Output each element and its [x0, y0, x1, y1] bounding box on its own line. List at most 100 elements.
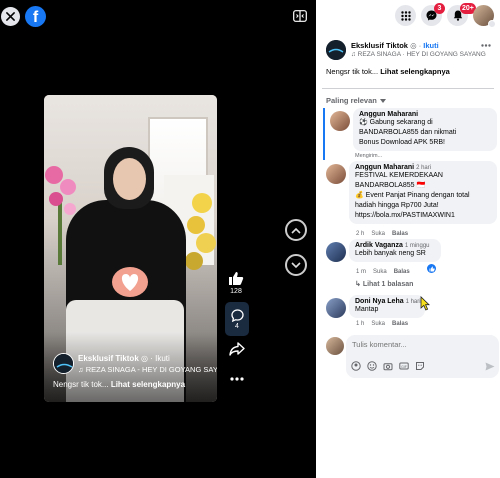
comment-actions: 1 m Suka Balas	[356, 269, 417, 275]
fullscreen-icon[interactable]	[293, 10, 307, 22]
send-icon[interactable]	[485, 362, 495, 371]
comment-composer: GIF	[346, 335, 499, 378]
comment-sort-label: Paling relevan	[326, 96, 377, 105]
post-more-icon[interactable]	[481, 44, 491, 47]
comment-line: ⚽ Gabung sekarang di	[359, 119, 433, 126]
heart-hands-sticker	[112, 267, 148, 297]
post-see-more-link[interactable]: Lihat selengkapnya	[380, 67, 450, 76]
view-replies-link[interactable]: ↳ Lihat 1 balasan	[355, 280, 413, 288]
post-author-name[interactable]: Eksklusif Tiktok	[351, 41, 408, 50]
comment-line: Bonus Download APK 5RB!	[359, 139, 445, 146]
close-button[interactable]	[1, 7, 20, 26]
photo-viewer: f Eksklusif Tiktok ◎ · Ikuti ♫ REZA SINA…	[0, 0, 500, 478]
view-replies-label: Lihat 1 balasan	[362, 281, 414, 288]
composer-tools: GIF	[351, 361, 425, 371]
messenger-badge: 3	[434, 3, 445, 14]
facebook-logo[interactable]: f	[25, 6, 46, 27]
video-music[interactable]: ♫ REZA SINAGA - HEY DI GOYANG SAYA	[78, 365, 217, 374]
reel-video[interactable]: Eksklusif Tiktok ◎ · Ikuti ♫ REZA SINAGA…	[44, 95, 217, 402]
comment-line: BANDARBOLA855 dan nikmati	[359, 129, 457, 136]
video-see-more-link[interactable]: Lihat selengkapnya	[111, 380, 185, 389]
like-reaction-badge[interactable]	[427, 264, 436, 273]
comment-like-link[interactable]: Suka	[371, 231, 385, 237]
comment-line: Lebih banyak neng SR	[355, 250, 426, 257]
post-music[interactable]: ♫ REZA SINAGA · HEY DI GOYANG SAYANG	[351, 51, 486, 58]
comment-timestamp[interactable]: 1 hari	[406, 299, 421, 305]
divider	[322, 88, 494, 89]
comment-line: 💰 Event Panjat Pinang dengan total	[355, 192, 470, 199]
like-count: 128	[230, 288, 242, 295]
previous-video-button[interactable]	[285, 219, 307, 241]
post-caption-text: Nengsr tik tok...	[326, 67, 379, 76]
post-author-line: Eksklusif Tiktok ◎ · Ikuti	[351, 41, 439, 50]
emoji-icon[interactable]	[367, 361, 377, 371]
video-author-avatar[interactable]	[53, 353, 74, 374]
commenter-name[interactable]: Anggun Maharani	[359, 111, 491, 118]
comment-bubble: Doni Nya Leha 1 hari Mantap	[349, 295, 425, 318]
person-face	[113, 158, 146, 200]
video-author-name[interactable]: Eksklusif Tiktok	[78, 354, 139, 363]
commenter-name[interactable]: Anggun Maharani	[355, 164, 414, 171]
commenter-avatar[interactable]	[326, 164, 346, 184]
comment-age[interactable]: 2 h	[356, 231, 364, 237]
comment-line[interactable]: https://bola.mx/PASTIMAXWIN1	[355, 211, 491, 221]
commenter-avatar[interactable]	[326, 242, 346, 262]
video-caption: Nengsr tik tok... Lihat selengkapnya	[53, 380, 185, 389]
share-icon[interactable]	[229, 342, 245, 356]
post-caption: Nengsr tik tok... Lihat selengkapnya	[326, 67, 450, 76]
comment-like-link[interactable]: Suka	[373, 269, 387, 275]
comment-text: Mantap	[355, 305, 419, 315]
more-options-icon[interactable]	[230, 377, 244, 381]
menu-button[interactable]	[395, 5, 416, 26]
comment-button[interactable]: 4	[225, 302, 249, 336]
commenter-avatar[interactable]	[330, 111, 350, 131]
comment-reply-link[interactable]: Balas	[392, 321, 408, 327]
caret-down-icon	[379, 99, 386, 104]
camera-icon[interactable]	[383, 361, 393, 371]
video-verified-icon: ◎ ·	[141, 354, 156, 363]
next-video-button[interactable]	[285, 254, 307, 276]
media-viewer: f Eksklusif Tiktok ◎ · Ikuti ♫ REZA SINA…	[0, 0, 316, 478]
top-bar: 3 20+	[316, 0, 500, 32]
comment-input[interactable]	[352, 340, 482, 349]
commenter-avatar[interactable]	[326, 298, 346, 318]
comment-sort-dropdown[interactable]: Paling relevan	[326, 96, 386, 105]
comment-icon	[230, 308, 244, 322]
comment-actions: 1 h Suka Balas	[356, 321, 415, 327]
composer-avatar	[326, 337, 344, 355]
comment-line: hadiah hingga Rp700 Juta!	[355, 202, 439, 209]
comment-text: ⚽ Gabung sekarang di BANDARBOLA855 dan n…	[359, 118, 491, 148]
comment-sending-status: Mengirim...	[355, 153, 383, 159]
comments-panel: 3 20+ Eksklusif Tiktok ◎ · Ikuti ♫ REZA …	[316, 0, 500, 478]
comment-reply-link[interactable]: Balas	[394, 269, 410, 275]
commenter-name[interactable]: Doni Nya Leha	[355, 298, 404, 305]
like-icon[interactable]	[228, 271, 244, 286]
video-follow-link[interactable]: Ikuti	[155, 354, 170, 363]
commenter-name[interactable]: Ardik Vaganza	[355, 242, 403, 249]
close-icon	[6, 12, 15, 21]
sticker-icon[interactable]	[415, 361, 425, 371]
post-verified-icon: ◎ ·	[410, 41, 424, 50]
plush-toys-decor	[185, 193, 216, 270]
comment-count: 4	[235, 322, 239, 330]
avatar-sticker-icon[interactable]	[351, 361, 361, 371]
commenter-name-line: Doni Nya Leha 1 hari	[355, 298, 421, 305]
comment-age[interactable]: 1 m	[356, 269, 366, 275]
comment-bubble: Anggun Maharani 2 hari FESTIVAL KEMERDEK…	[349, 161, 497, 224]
comment-line: BANDARBOLA855 🇮🇩	[355, 182, 426, 189]
post-author-avatar[interactable]	[326, 40, 346, 60]
commenter-name-line: Ardik Vaganza 1 minggu	[355, 242, 435, 249]
gif-icon[interactable]: GIF	[399, 361, 409, 371]
comment-bubble: Anggun Maharani ⚽ Gabung sekarang di BAN…	[353, 108, 497, 151]
comment-like-link[interactable]: Suka	[371, 321, 385, 327]
thumbs-up-icon	[429, 266, 435, 271]
video-caption-text: Nengsr tik tok...	[53, 380, 109, 389]
comment-reply-link[interactable]: Balas	[392, 231, 408, 237]
commenter-name-line: Anggun Maharani 2 hari	[355, 164, 491, 171]
comment-age[interactable]: 1 h	[356, 321, 364, 327]
mouse-cursor-icon	[420, 296, 430, 311]
post-follow-link[interactable]: Ikuti	[423, 41, 438, 50]
account-chevron-icon[interactable]	[488, 20, 496, 28]
comment-line: FESTIVAL KEMERDEKAAN	[355, 172, 443, 179]
chevron-up-icon	[291, 227, 301, 234]
